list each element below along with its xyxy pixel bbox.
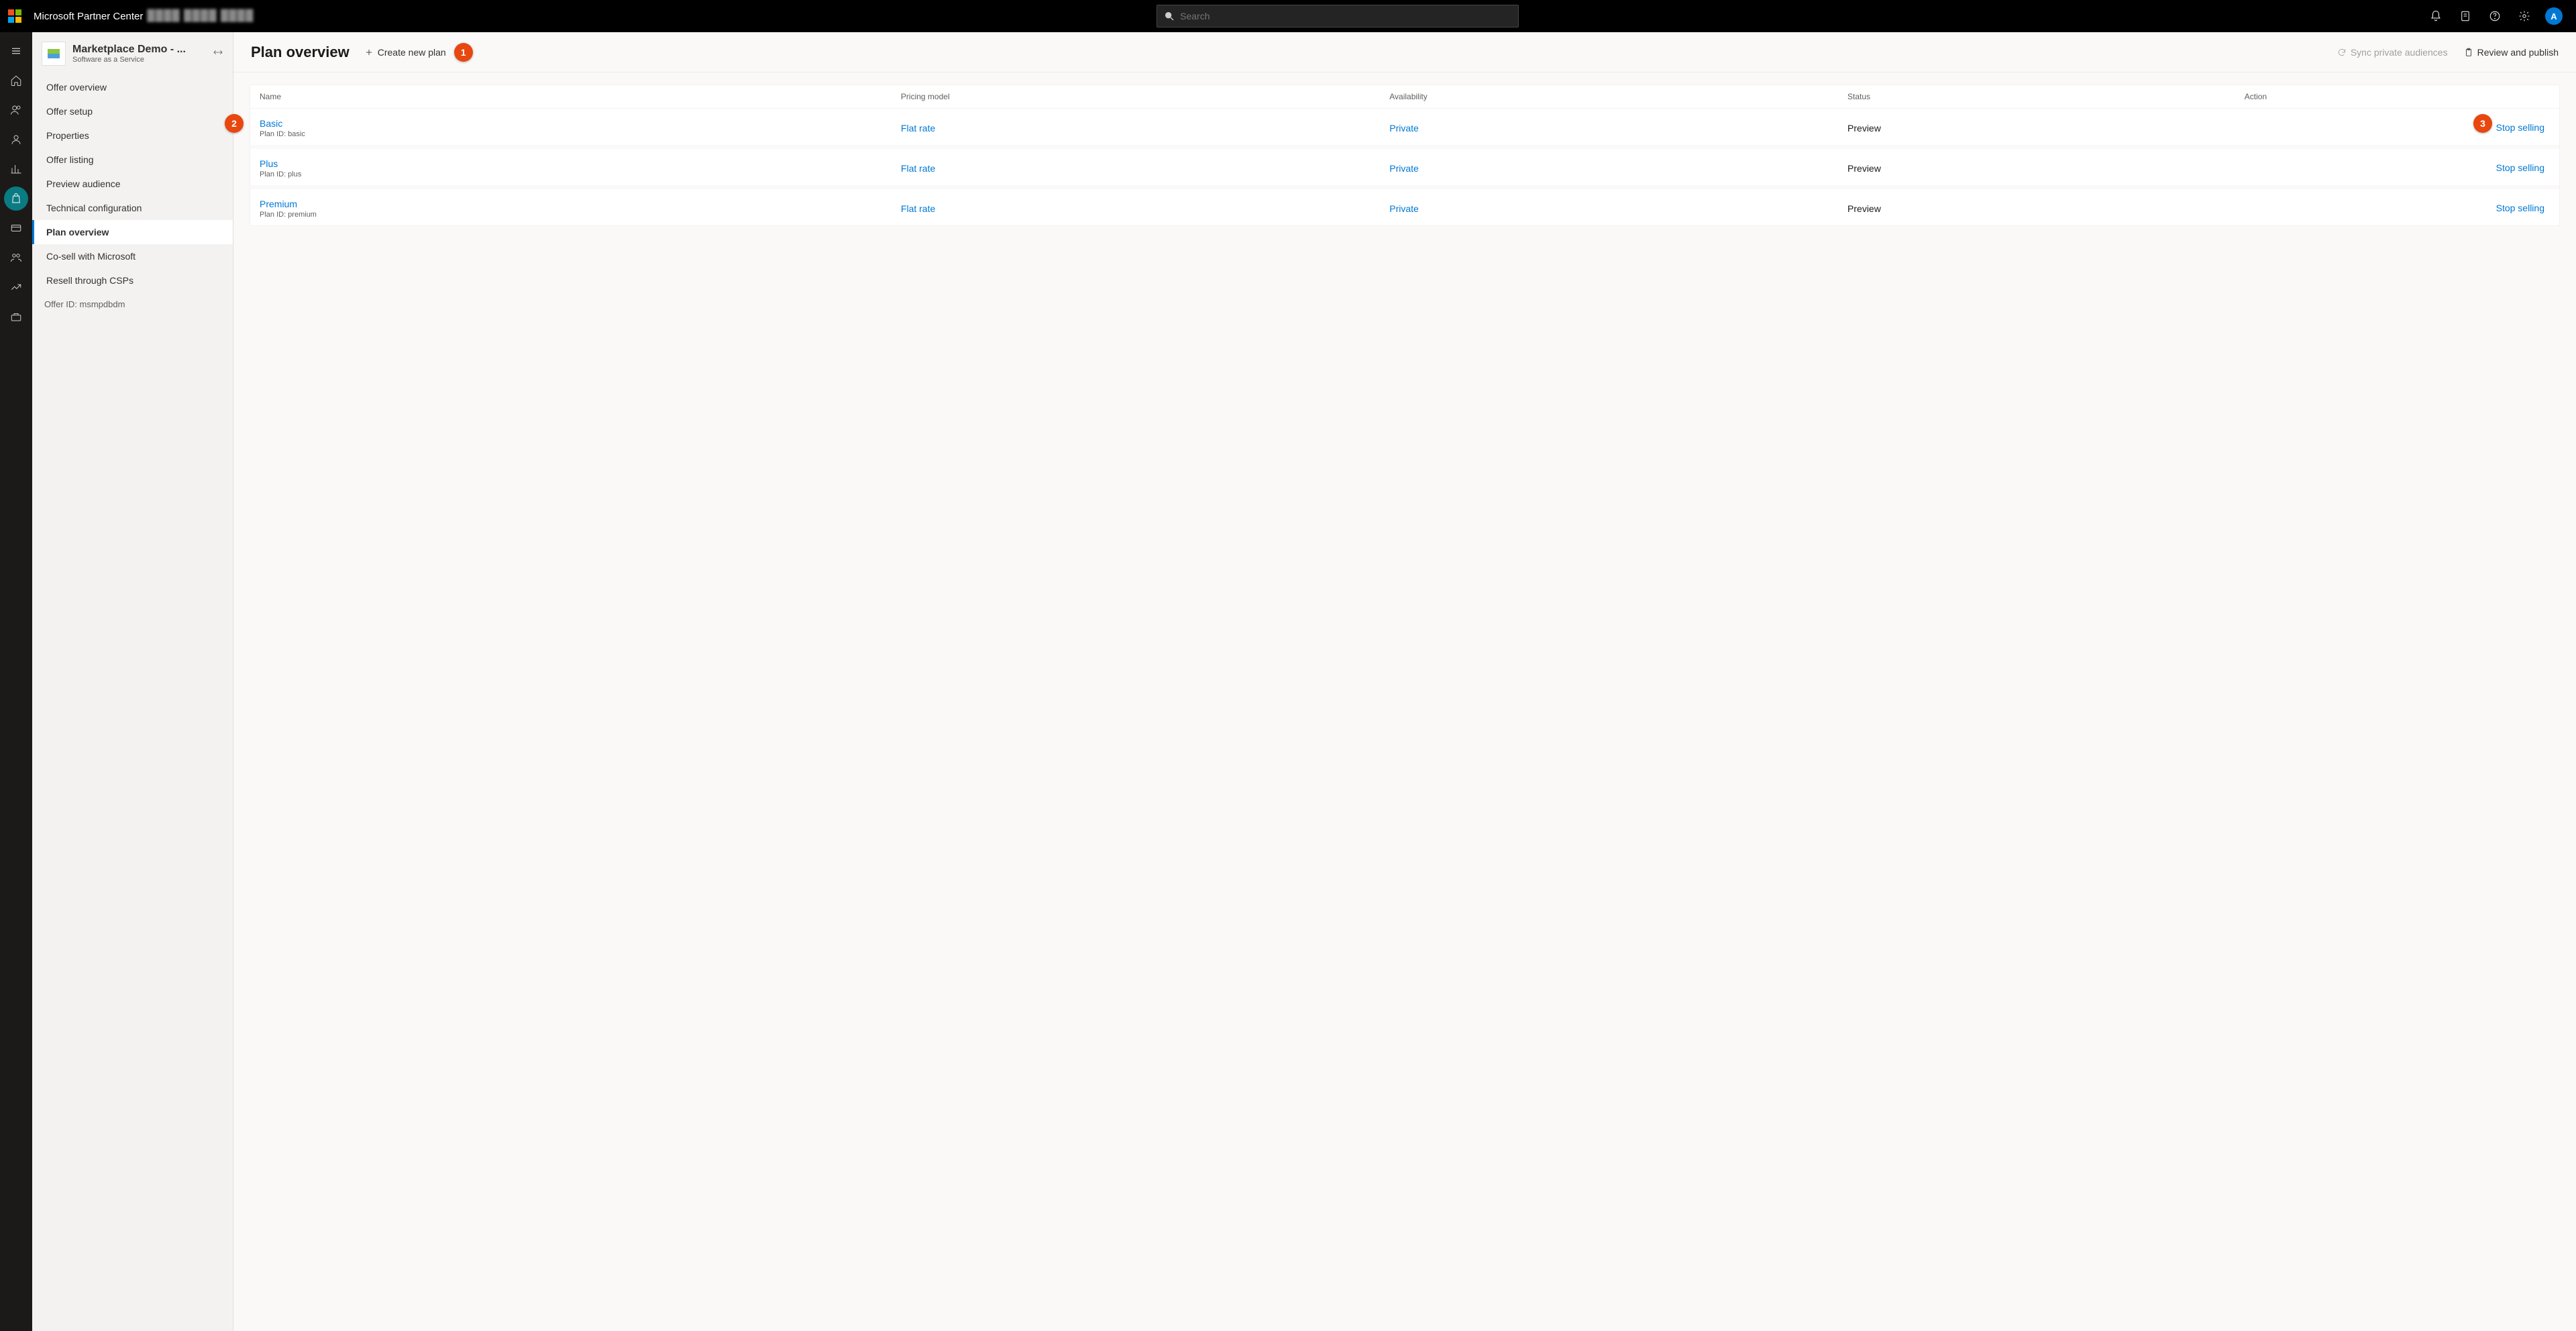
plans-table: Name Pricing model Availability Status A… <box>250 85 2560 226</box>
plus-icon <box>364 48 374 57</box>
tenant-name-redacted: ████ ████ ████ <box>147 10 254 22</box>
col-name: Name <box>260 92 901 101</box>
offer-logo-icon <box>42 42 66 66</box>
col-status: Status <box>1847 92 2245 101</box>
page-title: Plan overview <box>251 44 350 61</box>
microsoft-logo-icon <box>8 9 21 23</box>
pricing-link[interactable]: Flat rate <box>901 203 1389 214</box>
sync-audiences-button: Sync private audiences <box>2337 47 2448 58</box>
offer-type: Software as a Service <box>72 56 206 64</box>
topbar: Microsoft Partner Center ████ ████ ████ … <box>0 0 2576 32</box>
status-label: Preview <box>1847 203 2245 214</box>
sidebar-item-offer-setup[interactable]: Offer setup <box>32 99 233 123</box>
review-publish-button[interactable]: Review and publish <box>2464 47 2559 58</box>
sidebar-item-resell-through-csps[interactable]: Resell through CSPs <box>32 268 233 292</box>
gear-icon <box>2518 10 2530 22</box>
switch-offer-button[interactable] <box>213 47 223 61</box>
rail-home[interactable] <box>4 68 28 93</box>
status-label: Preview <box>1847 163 2245 174</box>
pricing-link[interactable]: Flat rate <box>901 163 1389 174</box>
clipboard-icon <box>2464 48 2473 57</box>
plan-name-link[interactable]: Plus <box>260 158 901 169</box>
global-search[interactable] <box>1157 5 1519 28</box>
people-icon <box>10 104 22 116</box>
left-rail <box>0 32 32 1331</box>
col-availability: Availability <box>1389 92 1847 101</box>
review-label: Review and publish <box>2477 47 2559 58</box>
rail-users[interactable] <box>0 246 32 270</box>
search-icon <box>1164 11 1175 21</box>
rail-marketplace[interactable] <box>4 187 28 211</box>
diagnostics-icon <box>2459 10 2471 22</box>
sidebar-item-co-sell-with-microsoft[interactable]: Co-sell with Microsoft <box>32 244 233 268</box>
card-icon <box>10 222 22 234</box>
rail-referrals[interactable] <box>4 127 28 152</box>
sidebar-item-preview-audience[interactable]: Preview audience <box>32 172 233 196</box>
sync-label: Sync private audiences <box>2351 47 2448 58</box>
sidebar-item-plan-overview[interactable]: Plan overview <box>32 220 233 244</box>
status-label: Preview <box>1847 123 2245 134</box>
table-row: Premium Plan ID: premiumFlat ratePrivateP… <box>250 189 2559 225</box>
offer-sidebar: Marketplace Demo - ... Software as a Ser… <box>32 32 233 1331</box>
col-pricing: Pricing model <box>901 92 1389 101</box>
command-bar: Plan overview Create new plan 1 Sync pri… <box>233 32 2576 72</box>
plan-id-label: Plan ID: premium <box>260 211 901 219</box>
bell-icon <box>2430 10 2442 22</box>
callout-1: 1 <box>454 43 473 62</box>
search-input[interactable] <box>1180 11 1511 21</box>
trend-icon <box>10 281 22 293</box>
plan-id-label: Plan ID: plus <box>260 170 901 178</box>
create-plan-label: Create new plan <box>378 47 446 58</box>
users-icon <box>10 252 22 264</box>
home-icon <box>10 74 22 87</box>
stop-selling-link[interactable]: Stop selling <box>2496 203 2544 213</box>
rail-hamburger[interactable] <box>4 39 28 63</box>
rail-customers[interactable] <box>4 98 28 122</box>
help-icon <box>2489 10 2501 22</box>
toolbox-icon <box>10 311 22 323</box>
plan-id-label: Plan ID: basic <box>260 130 901 138</box>
rail-analytics[interactable] <box>0 275 32 299</box>
stop-selling-link[interactable]: Stop selling <box>2496 122 2544 133</box>
plan-name-link[interactable]: Basic <box>260 118 901 129</box>
stop-selling-link[interactable]: Stop selling <box>2496 162 2544 173</box>
availability-link[interactable]: Private <box>1389 123 1847 134</box>
rail-insights[interactable] <box>4 157 28 181</box>
product-name: Microsoft Partner Center <box>34 11 143 22</box>
swap-icon <box>213 47 223 58</box>
sidebar-item-offer-overview[interactable]: Offer overview <box>32 75 233 99</box>
sync-icon <box>2337 48 2347 57</box>
create-new-plan-button[interactable]: Create new plan <box>364 47 446 58</box>
table-row: PlusPlan ID: plusFlat ratePrivatePreview… <box>250 149 2559 189</box>
availability-link[interactable]: Private <box>1389 163 1847 174</box>
bag-icon <box>10 193 22 205</box>
offer-title: Marketplace Demo - ... <box>72 44 206 56</box>
pricing-link[interactable]: Flat rate <box>901 123 1389 134</box>
sidebar-item-offer-listing[interactable]: Offer listing <box>32 148 233 172</box>
offer-id-label: Offer ID: msmpdbdm <box>32 292 233 316</box>
rail-billing[interactable] <box>0 216 32 240</box>
help-button[interactable] <box>2481 0 2509 32</box>
availability-link[interactable]: Private <box>1389 203 1847 214</box>
plan-name-link[interactable]: Premium <box>260 199 901 209</box>
col-action: Action <box>2245 92 2550 101</box>
person-icon <box>10 134 22 146</box>
sidebar-item-technical-configuration[interactable]: Technical configuration <box>32 196 233 220</box>
account-button[interactable]: A <box>2540 0 2568 32</box>
notifications-button[interactable] <box>2422 0 2450 32</box>
rail-toolbox[interactable] <box>0 305 32 329</box>
chart-icon <box>10 163 22 175</box>
sidebar-item-properties[interactable]: Properties <box>32 123 233 148</box>
avatar-icon: A <box>2545 7 2563 25</box>
diagnostics-button[interactable] <box>2451 0 2479 32</box>
hamburger-icon <box>10 45 22 57</box>
table-row: BasicPlan ID: basicFlat ratePrivatePrevi… <box>250 109 2559 149</box>
settings-button[interactable] <box>2510 0 2538 32</box>
